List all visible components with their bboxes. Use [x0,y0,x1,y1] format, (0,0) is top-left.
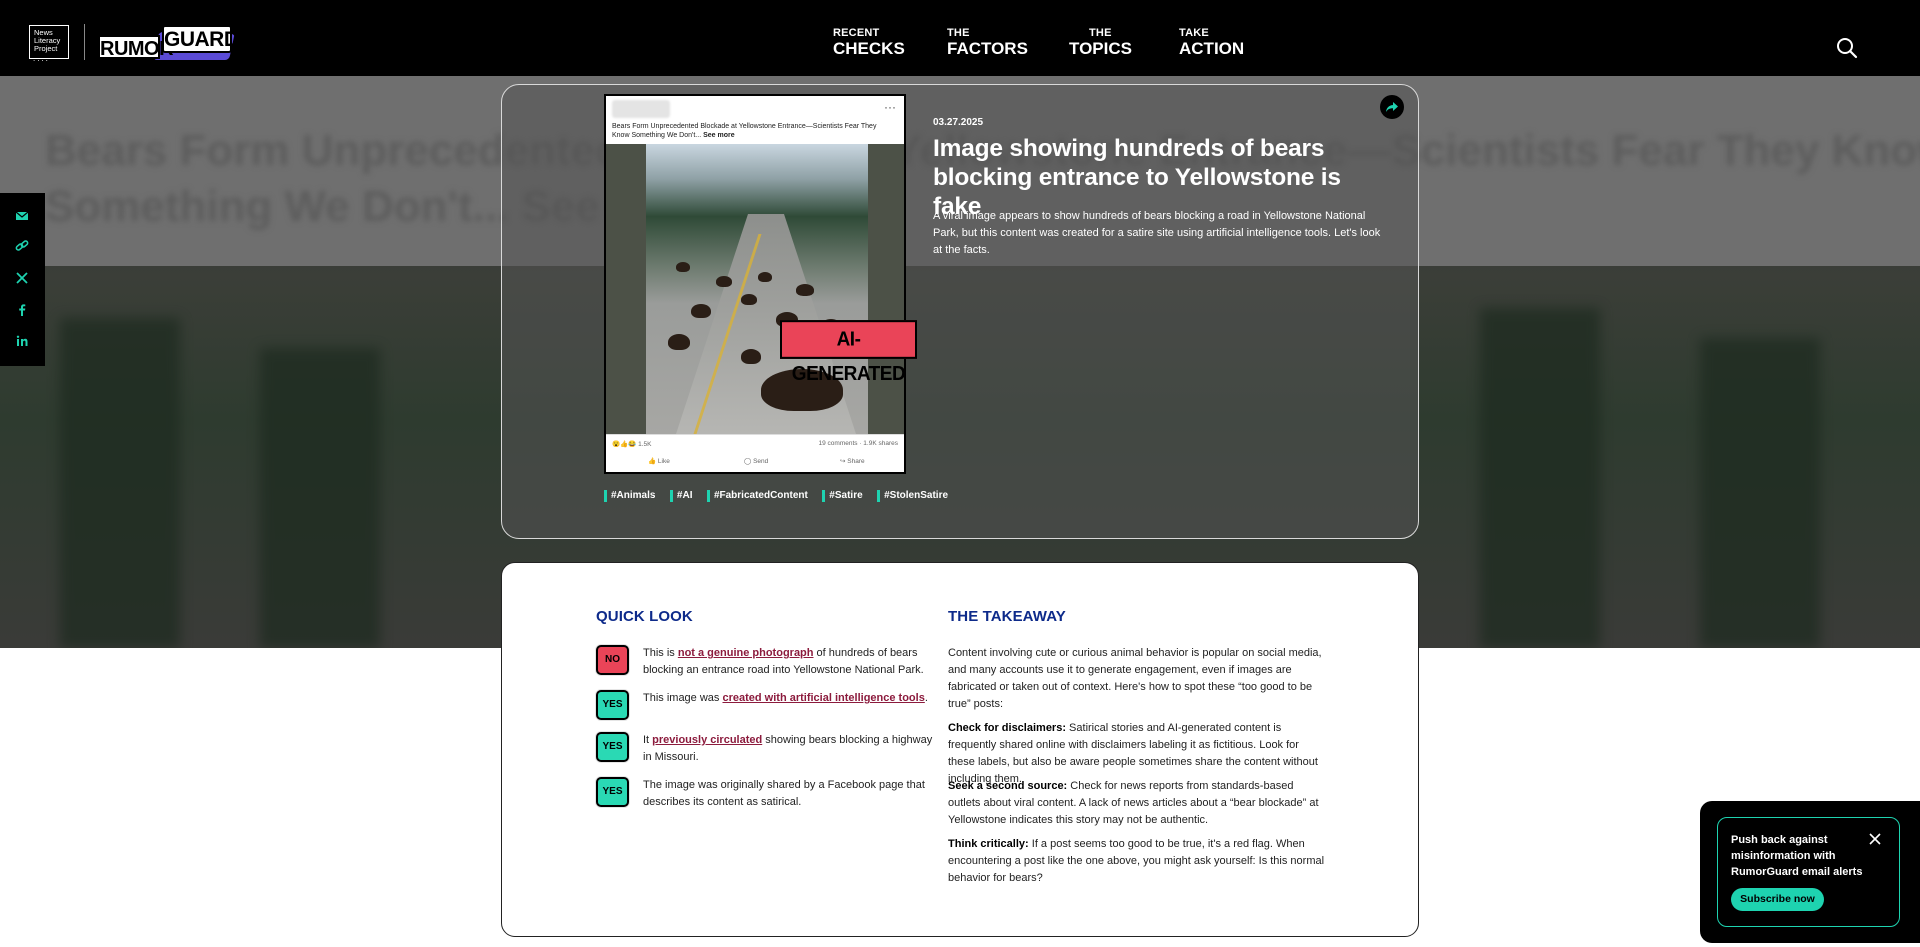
nav-small-label: THE [1089,27,1112,39]
x-icon[interactable] [13,269,31,287]
post-reaction-count: 1.5K [638,441,652,448]
quick-look-text-pre: This image was [643,692,723,704]
more-options-icon: ··· [884,100,896,114]
nav-small-label: RECENT [833,27,880,39]
tag-fabricated-content[interactable]: #FabricatedContent [706,490,808,502]
post-reactions: 😮👍😂 1.5K [612,441,652,448]
quick-look-text: This image was created with artificial i… [643,690,933,707]
quick-look-text: It previously circulated showing bears b… [643,732,933,766]
quick-look-item: NO This is not a genuine photograph of h… [596,645,936,681]
bear [668,334,690,350]
quick-look-text: The image was originally shared by a Fac… [643,779,925,808]
quick-look-text-post: . [924,692,928,704]
nav-the-topics[interactable]: THE TOPICS [1069,27,1132,59]
rumorguard-logo-guard: GUARD [162,25,239,53]
post-action-label: Share [847,458,865,465]
takeaway-tip: Think critically: If a post seems too go… [948,836,1326,887]
search-icon[interactable] [1836,37,1858,59]
tag-animals[interactable]: #Animals [604,490,655,502]
bear [691,304,711,318]
post-photo-margin [606,144,646,434]
bear [796,284,814,296]
verdict-badge-no: NO [596,645,629,675]
post-action-label: Like [657,458,670,465]
verdict-badge-yes: YES [596,690,629,720]
article-summary: A viral image appears to show hundreds o… [933,210,1381,256]
link-icon[interactable] [13,237,31,255]
tag-satire[interactable]: #Satire [822,490,863,502]
rumorguard-logo[interactable]: RUMOR GUARD [98,24,239,60]
quick-look-item: YES This image was created with artifici… [596,690,936,722]
bear [716,276,732,287]
takeaway-intro: Content involving cute or curious animal… [948,647,1322,710]
subscribe-button[interactable]: Subscribe now [1731,888,1824,911]
nav-take-action[interactable]: TAKE ACTION [1179,27,1245,59]
takeaway-tip: Seek a second source: Check for news rep… [948,778,1326,829]
post-footer: 😮👍😂 1.5K 19 comments · 1.9K shares 👍 Lik… [606,434,904,472]
logo-divider [84,24,85,60]
share-arrow-icon [1386,102,1398,112]
close-icon[interactable] [1868,832,1882,846]
takeaway-title: THE TAKEAWAY [948,608,1066,625]
verdict-badge-yes: YES [596,777,629,807]
nlp-logo-line: Project [34,44,58,53]
nav-small-label: THE [947,27,970,39]
nav-big-label: FACTORS [947,39,1028,58]
post-header: ··· Bears Form Unprecedented Blockade at… [606,96,904,144]
topic-tags: #Animals #AI #FabricatedContent #Satire … [604,485,958,503]
post-counts: 19 comments · 1.9K shares [818,440,898,447]
nav-big-label: CHECKS [833,39,905,58]
quick-look-item: YES It previously circulated showing bea… [596,732,936,768]
article-date: 03.27.2025 [933,117,984,128]
post-action-share: ↪ Share [840,458,865,465]
nlp-logo-dots: .... [33,54,50,63]
post-see-more: See more [703,132,735,139]
quick-look-text: This is not a genuine photograph of hund… [643,645,933,679]
quick-look-text-pre: This is [643,647,678,659]
nav-big-label: TOPICS [1069,39,1132,58]
ai-generated-stamp: AI-GENERATED [780,320,917,385]
background-tree [60,318,180,648]
blurred-profile [612,100,670,118]
quick-look-text-pre: It [643,734,653,746]
bear [741,294,757,305]
share-button[interactable] [1380,95,1404,119]
facebook-icon[interactable] [13,301,31,319]
newsletter-popup-text: Push back against misinformation with Ru… [1731,834,1863,878]
news-literacy-project-logo[interactable]: News Literacy Project .... [29,25,69,63]
takeaway-tip-head: Think critically: [948,838,1029,850]
takeaway-tip-head: Seek a second source: [948,780,1068,792]
post-caption: Bears Form Unprecedented Blockade at Yel… [612,122,892,140]
background-tree [1480,308,1600,648]
quick-look-title: QUICK LOOK [596,608,693,625]
quick-look-link[interactable]: previously circulated [652,734,762,746]
linkedin-icon[interactable] [13,332,31,350]
nav-big-label: ACTION [1179,39,1245,58]
takeaway-tip-head: Check for disclaimers: [948,722,1066,734]
verdict-badge-yes: YES [596,732,629,762]
quick-look-link[interactable]: not a genuine photograph [678,647,814,659]
nav-recent-checks[interactable]: RECENT CHECKS [833,27,905,59]
background-tree [1700,338,1820,648]
bear [676,262,690,272]
social-post-image: ··· Bears Form Unprecedented Blockade at… [604,94,906,474]
bear [741,349,761,364]
bear [758,272,772,282]
email-icon[interactable] [13,207,31,225]
nav-small-label: TAKE [1179,27,1209,39]
post-action-send: ◯ Send [744,458,769,465]
tag-ai[interactable]: #AI [669,490,692,502]
quick-look-link[interactable]: created with artificial intelligence too… [722,692,924,704]
tag-stolen-satire[interactable]: #StolenSatire [877,490,948,502]
rumorguard-logo-rumor: RUMOR [98,35,174,60]
background-tree [260,348,380,648]
nav-the-factors[interactable]: THE FACTORS [947,27,1028,59]
post-action-like: 👍 Like [648,458,670,465]
site-header: News Literacy Project .... RUMOR GUARD R… [0,0,1920,76]
quick-look-item: YES The image was originally shared by a… [596,777,936,813]
post-caption-text: Bears Form Unprecedented Blockade at Yel… [612,123,877,139]
post-action-label: Send [753,458,769,465]
share-sidebar [0,193,45,366]
